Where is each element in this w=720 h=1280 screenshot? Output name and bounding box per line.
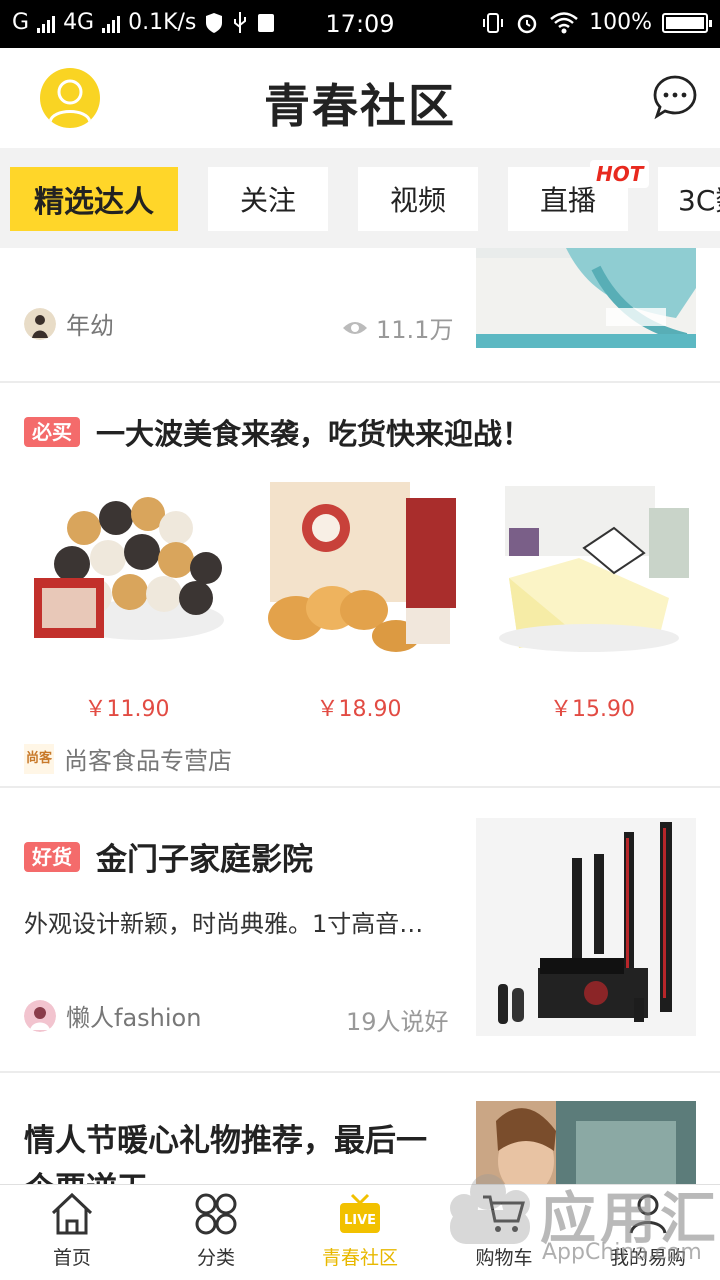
anime-figure-image[interactable] — [476, 248, 696, 348]
wifi-icon — [550, 11, 578, 33]
tab-follow[interactable]: 关注 — [208, 167, 328, 231]
home-icon — [51, 1192, 93, 1235]
product-price-3: ￥15.90 — [550, 697, 635, 722]
store-row[interactable]: 尚客 尚客食品专营店 — [24, 741, 232, 776]
tab-video[interactable]: 视频 — [358, 167, 478, 231]
home-theater-image[interactable] — [476, 818, 696, 1036]
status-bar: G 4G 0.1K/s 17:09 100% — [0, 0, 720, 48]
author-avatar — [24, 307, 56, 340]
hot-badge: HOT — [590, 160, 650, 188]
post-title: 一大波美食来袭，吃货快来迎战！ — [96, 417, 532, 451]
feed-item-1[interactable]: 年幼 11.1万 — [0, 248, 720, 382]
post-title-line-1: 情人节暖心礼物推荐，最后一 — [24, 1123, 427, 1159]
nav-category[interactable]: 分类 — [144, 1185, 288, 1280]
view-count: 11.1万 — [342, 310, 453, 345]
post-title-row: 必买 一大波美食来袭，吃货快来迎战！ — [24, 411, 531, 453]
product-price-1: ￥11.90 — [84, 697, 170, 722]
post-title-row: 好货 金门子家庭影院 — [24, 834, 313, 879]
product-price-2: ￥18.90 — [316, 697, 402, 722]
chat-bubble-icon — [653, 75, 697, 120]
author-row: 年幼 — [24, 306, 114, 341]
product-image-3[interactable] — [489, 468, 696, 668]
author-avatar — [24, 999, 56, 1032]
product-image-1[interactable] — [24, 468, 230, 668]
author-name: 懒人fashion — [66, 1004, 202, 1032]
author-row: 懒人fashion — [24, 998, 201, 1033]
live-tv-icon: LIVE — [340, 1193, 380, 1233]
battery-icon — [662, 12, 712, 33]
eye-icon — [343, 321, 367, 334]
post-title: 金门子家庭影院 — [96, 842, 313, 878]
tab-3c[interactable]: 3C数 — [658, 167, 720, 231]
alarm-icon — [517, 14, 537, 33]
feed-list[interactable]: 年幼 11.1万 必买 一大波美食来袭，吃货快来迎战！ ￥11.90 ￥18.9… — [0, 248, 720, 1184]
message-button[interactable] — [652, 74, 698, 120]
post-title-line-2: 个要逆天 — [24, 1163, 148, 1184]
views-label: 11.1万 — [376, 316, 454, 344]
battery-label: 100% — [589, 10, 652, 35]
app-title: 青春社区 — [264, 79, 456, 133]
likes-count: 19人说好 — [346, 1008, 449, 1036]
author-name: 年幼 — [66, 312, 114, 340]
nav-community-label: 青春社区 — [321, 1247, 398, 1269]
feed-item-2[interactable]: 必买 一大波美食来袭，吃货快来迎战！ ￥11.90 ￥18.90 ￥15.90 … — [0, 383, 720, 787]
nav-home-label: 首页 — [52, 1247, 91, 1269]
vibrate-icon — [483, 12, 504, 33]
svg-text:LIVE: LIVE — [344, 1213, 376, 1228]
app-header: 青春社区 — [0, 48, 720, 148]
must-buy-badge: 必买 — [24, 417, 80, 447]
tab-featured[interactable]: 精选达人 — [10, 167, 178, 231]
nav-community[interactable]: LIVE 青春社区 — [288, 1185, 432, 1280]
appchina-watermark: 应用汇 AppChina.com — [430, 1160, 720, 1270]
good-item-badge: 好货 — [24, 841, 80, 872]
status-right: 100% — [481, 10, 712, 35]
store-logo: 尚客 — [24, 743, 54, 774]
feed-item-3[interactable]: 好货 金门子家庭影院 外观设计新颖，时尚典雅。1寸高音… 懒人fashion 1… — [0, 788, 720, 1072]
category-icon — [195, 1193, 237, 1235]
product-image-2[interactable] — [256, 468, 462, 668]
watermark-subtext: AppChina.com — [542, 1240, 702, 1265]
nav-home[interactable]: 首页 — [0, 1185, 144, 1280]
store-name: 尚客食品专营店 — [64, 747, 232, 775]
post-description: 外观设计新颖，时尚典雅。1寸高音… — [24, 910, 424, 938]
nav-category-label: 分类 — [196, 1247, 235, 1269]
